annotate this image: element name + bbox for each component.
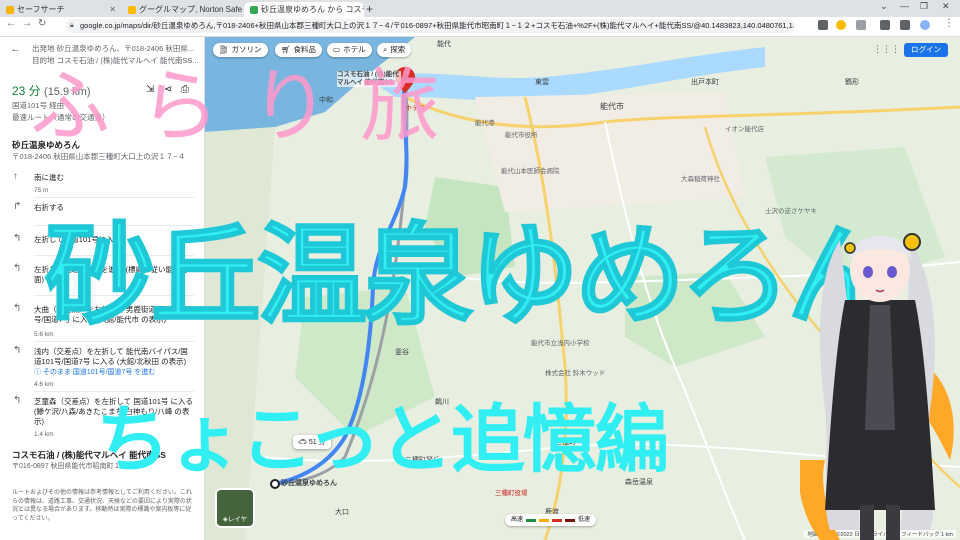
tab-title: グーグルマップ, Norton Safe Search xyxy=(139,5,244,14)
eye xyxy=(887,266,897,278)
tab-title: 砂丘温泉ゆめろん から コスモ石油（株）... xyxy=(261,5,364,14)
map-label: 株式会社 鈴木ウッド xyxy=(545,370,606,377)
direction-step[interactable]: 浅内（交差点）を左折して 能代南バイパス/国道101号/国道7号 に入る (大館… xyxy=(34,347,194,367)
layers-button[interactable]: ◈ レイヤ xyxy=(215,488,255,528)
tab-favicon-icon xyxy=(128,5,136,14)
map-label: 大口 xyxy=(335,509,349,516)
leg xyxy=(860,505,874,540)
chevron-down-icon[interactable]: ⌄ xyxy=(880,1,888,12)
map-label: 能代市 xyxy=(600,102,624,111)
close-window-icon[interactable]: ✕ xyxy=(942,1,950,12)
profile-icon[interactable] xyxy=(856,20,866,30)
tab-favicon-icon xyxy=(250,5,258,14)
turn-left-icon: ↰ xyxy=(13,233,22,244)
map-label: 鶴形 xyxy=(845,79,859,86)
map-label: 出戸本町 xyxy=(691,79,719,86)
step-info-note: ⓘ そのまま 国道101号/国道7号 を進む xyxy=(34,367,155,377)
login-button[interactable]: ログイン xyxy=(904,43,948,57)
map-label: 能代市役所 xyxy=(505,132,538,139)
reload-icon[interactable]: ↻ xyxy=(38,18,46,29)
map-label: イオン能代店 xyxy=(725,126,764,133)
browser-tab-bar: セーフサーチ ✕ グーグルマップ, Norton Safe Search ✕ 砂… xyxy=(0,0,960,17)
step-distance: 4.6 km xyxy=(34,381,54,388)
map-label: 能代港 xyxy=(475,120,495,127)
turn-left-icon: ↰ xyxy=(13,345,22,356)
route-disclaimer: ルートおよびその他の情報は参考情報としてご利用ください。これらの情報は、道路工事… xyxy=(12,490,192,522)
info-icon: ⓘ xyxy=(34,369,41,376)
turn-left-icon: ↰ xyxy=(13,395,22,406)
browser-tab-maps-route[interactable]: 砂丘温泉ゆめろん から コスモ石油（株）... ✕ xyxy=(244,2,364,17)
avatar[interactable] xyxy=(920,20,930,30)
map-label: 能代山本医師会病院 xyxy=(501,168,560,175)
traffic-fast-label: 高速 xyxy=(511,517,524,523)
tab-close-icon[interactable]: ✕ xyxy=(109,5,116,14)
turn-left-icon: ↰ xyxy=(13,263,22,274)
minimize-icon[interactable]: — xyxy=(900,1,909,11)
overlay-sub-title: ちょこっと追憶編 xyxy=(96,397,669,483)
tab-title: セーフサーチ xyxy=(17,5,65,14)
address-bar-row: ← → ↻ 🔒︎ google.co.jp/maps/dir/砂丘温泉ゆめろん,… xyxy=(0,17,960,37)
map-label: 大森稲荷神社 xyxy=(681,176,720,183)
extensions-icon[interactable] xyxy=(880,20,890,30)
url-input[interactable]: 🔒︎ google.co.jp/maps/dir/砂丘温泉ゆめろん,〒018-2… xyxy=(66,19,794,33)
traffic-swatch xyxy=(565,518,576,522)
sidepanel-icon[interactable] xyxy=(900,20,910,30)
character-illustration xyxy=(800,233,954,540)
overlay-main-title: 砂丘温泉ゆめろん xyxy=(44,211,898,341)
overlay-pink-title: ふらり旅 xyxy=(30,60,470,153)
map-label: 釜谷 xyxy=(395,349,409,356)
forward-arrow-icon[interactable]: → xyxy=(22,18,32,29)
turn-right-icon: ↱ xyxy=(13,201,22,212)
traffic-slow-label: 低速 xyxy=(578,517,591,523)
turn-left-icon: ↰ xyxy=(13,303,22,314)
star-icon[interactable] xyxy=(836,20,846,30)
leg xyxy=(886,505,900,540)
traffic-legend: 高速 低速 xyxy=(505,514,597,526)
layers-label: レイヤ xyxy=(227,516,248,523)
tab-favicon-icon xyxy=(6,5,14,14)
back-arrow-icon[interactable]: ← xyxy=(10,43,21,55)
eye xyxy=(863,266,873,278)
browser-tab-safesearch[interactable]: セーフサーチ ✕ xyxy=(0,2,122,17)
step-info-text: そのまま 国道101号/国道7号 を進む xyxy=(42,369,156,376)
dress xyxy=(865,305,895,430)
share-icon[interactable] xyxy=(818,20,828,30)
direction-step[interactable]: 南に進む xyxy=(34,173,194,183)
url-text: google.co.jp/maps/dir/砂丘温泉ゆめろん,〒018-2406… xyxy=(80,21,794,30)
lock-icon: 🔒︎ xyxy=(70,22,74,29)
back-arrow-icon[interactable]: ← xyxy=(6,18,16,29)
traffic-swatch xyxy=(552,518,563,522)
traffic-swatch xyxy=(526,518,537,522)
map-label: 三種町役場 xyxy=(495,490,528,497)
maximize-icon[interactable]: ❐ xyxy=(920,1,928,12)
arrow-up-icon: ↑ xyxy=(13,171,18,182)
map-label: 東雲 xyxy=(535,79,549,86)
kebab-menu-icon[interactable]: ⋮ xyxy=(944,18,954,29)
hair-ornament xyxy=(903,233,921,251)
step-distance: 1.4 km xyxy=(34,431,54,438)
hair-ornament xyxy=(844,242,856,254)
traffic-swatch xyxy=(539,518,550,522)
apps-grid-icon[interactable]: ⋮⋮⋮ xyxy=(873,44,900,55)
new-tab-button[interactable]: + xyxy=(366,2,373,16)
browser-tab-google-map[interactable]: グーグルマップ, Norton Safe Search ✕ xyxy=(122,2,244,17)
